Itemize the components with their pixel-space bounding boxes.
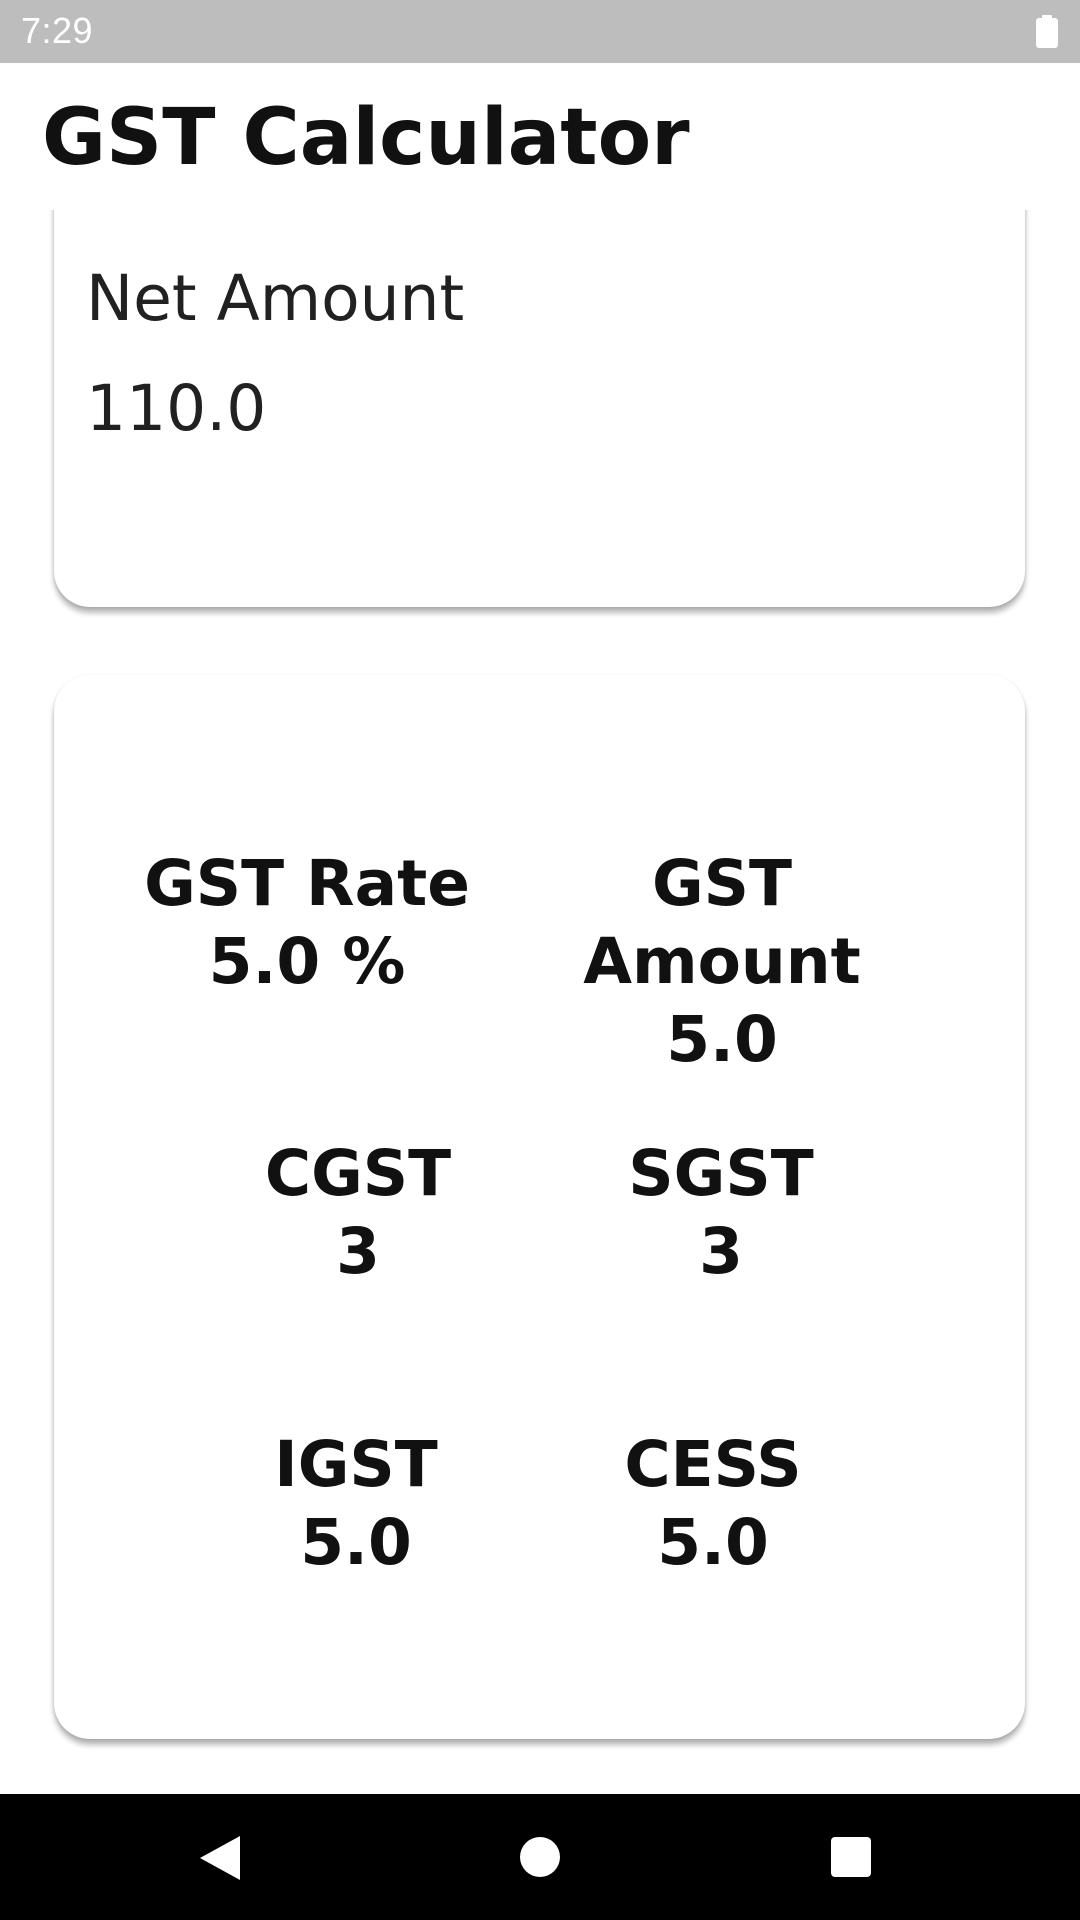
cess-value: 5.0 — [657, 1506, 769, 1579]
cgst-value: 3 — [336, 1215, 380, 1288]
cgst-label: CGST — [264, 1137, 452, 1210]
home-button[interactable] — [477, 1794, 603, 1920]
status-bar: 7:29 — [0, 0, 1080, 63]
gst-rate-label: GST Rate — [144, 847, 470, 920]
back-icon — [200, 1836, 240, 1880]
gst-breakdown-card: GST Rate 5.0 % GST Amount 5.0 CGST 3 SGS… — [54, 675, 1025, 1739]
home-icon — [520, 1837, 560, 1877]
sgst-value: 3 — [699, 1215, 743, 1288]
net-amount-value: 110.0 — [86, 372, 267, 445]
navigation-bar — [0, 1794, 1080, 1920]
cess-cell: CESS 5.0 — [503, 1426, 923, 1582]
back-button[interactable] — [162, 1794, 288, 1920]
recents-button[interactable] — [788, 1794, 914, 1920]
sgst-cell: SGST 3 — [511, 1135, 931, 1291]
gst-rate-value: 5.0 % — [208, 925, 406, 998]
scroll-content[interactable]: 100.0 Net Amount 110.0 GST Rate 5.0 % GS… — [0, 63, 1080, 1794]
app-title: GST Calculator — [42, 93, 690, 183]
gst-amount-label: GST Amount — [583, 847, 861, 998]
sgst-label: SGST — [628, 1137, 814, 1210]
cess-label: CESS — [624, 1428, 802, 1501]
battery-icon — [1036, 15, 1058, 48]
gst-rate-cell: GST Rate 5.0 % — [97, 845, 517, 1001]
gst-amount-cell: GST Amount 5.0 — [512, 845, 932, 1079]
net-amount-label: Net Amount — [86, 262, 465, 335]
status-time: 7:29 — [21, 10, 94, 51]
screen: 7:29 100.0 Net Amount 110.0 GST Rate 5.0… — [0, 0, 1080, 1920]
app-bar: GST Calculator — [0, 63, 1080, 210]
cgst-cell: CGST 3 — [148, 1135, 568, 1291]
recents-icon — [831, 1837, 871, 1877]
gst-amount-value: 5.0 — [666, 1003, 778, 1076]
